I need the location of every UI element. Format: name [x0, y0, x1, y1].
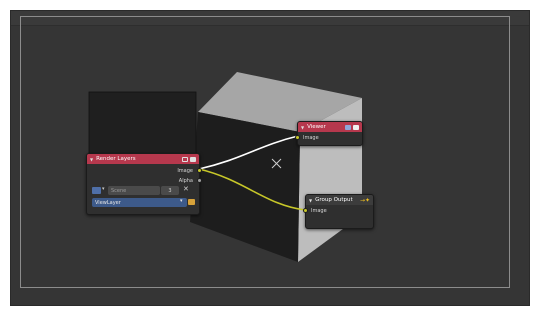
editor-border	[20, 16, 510, 288]
